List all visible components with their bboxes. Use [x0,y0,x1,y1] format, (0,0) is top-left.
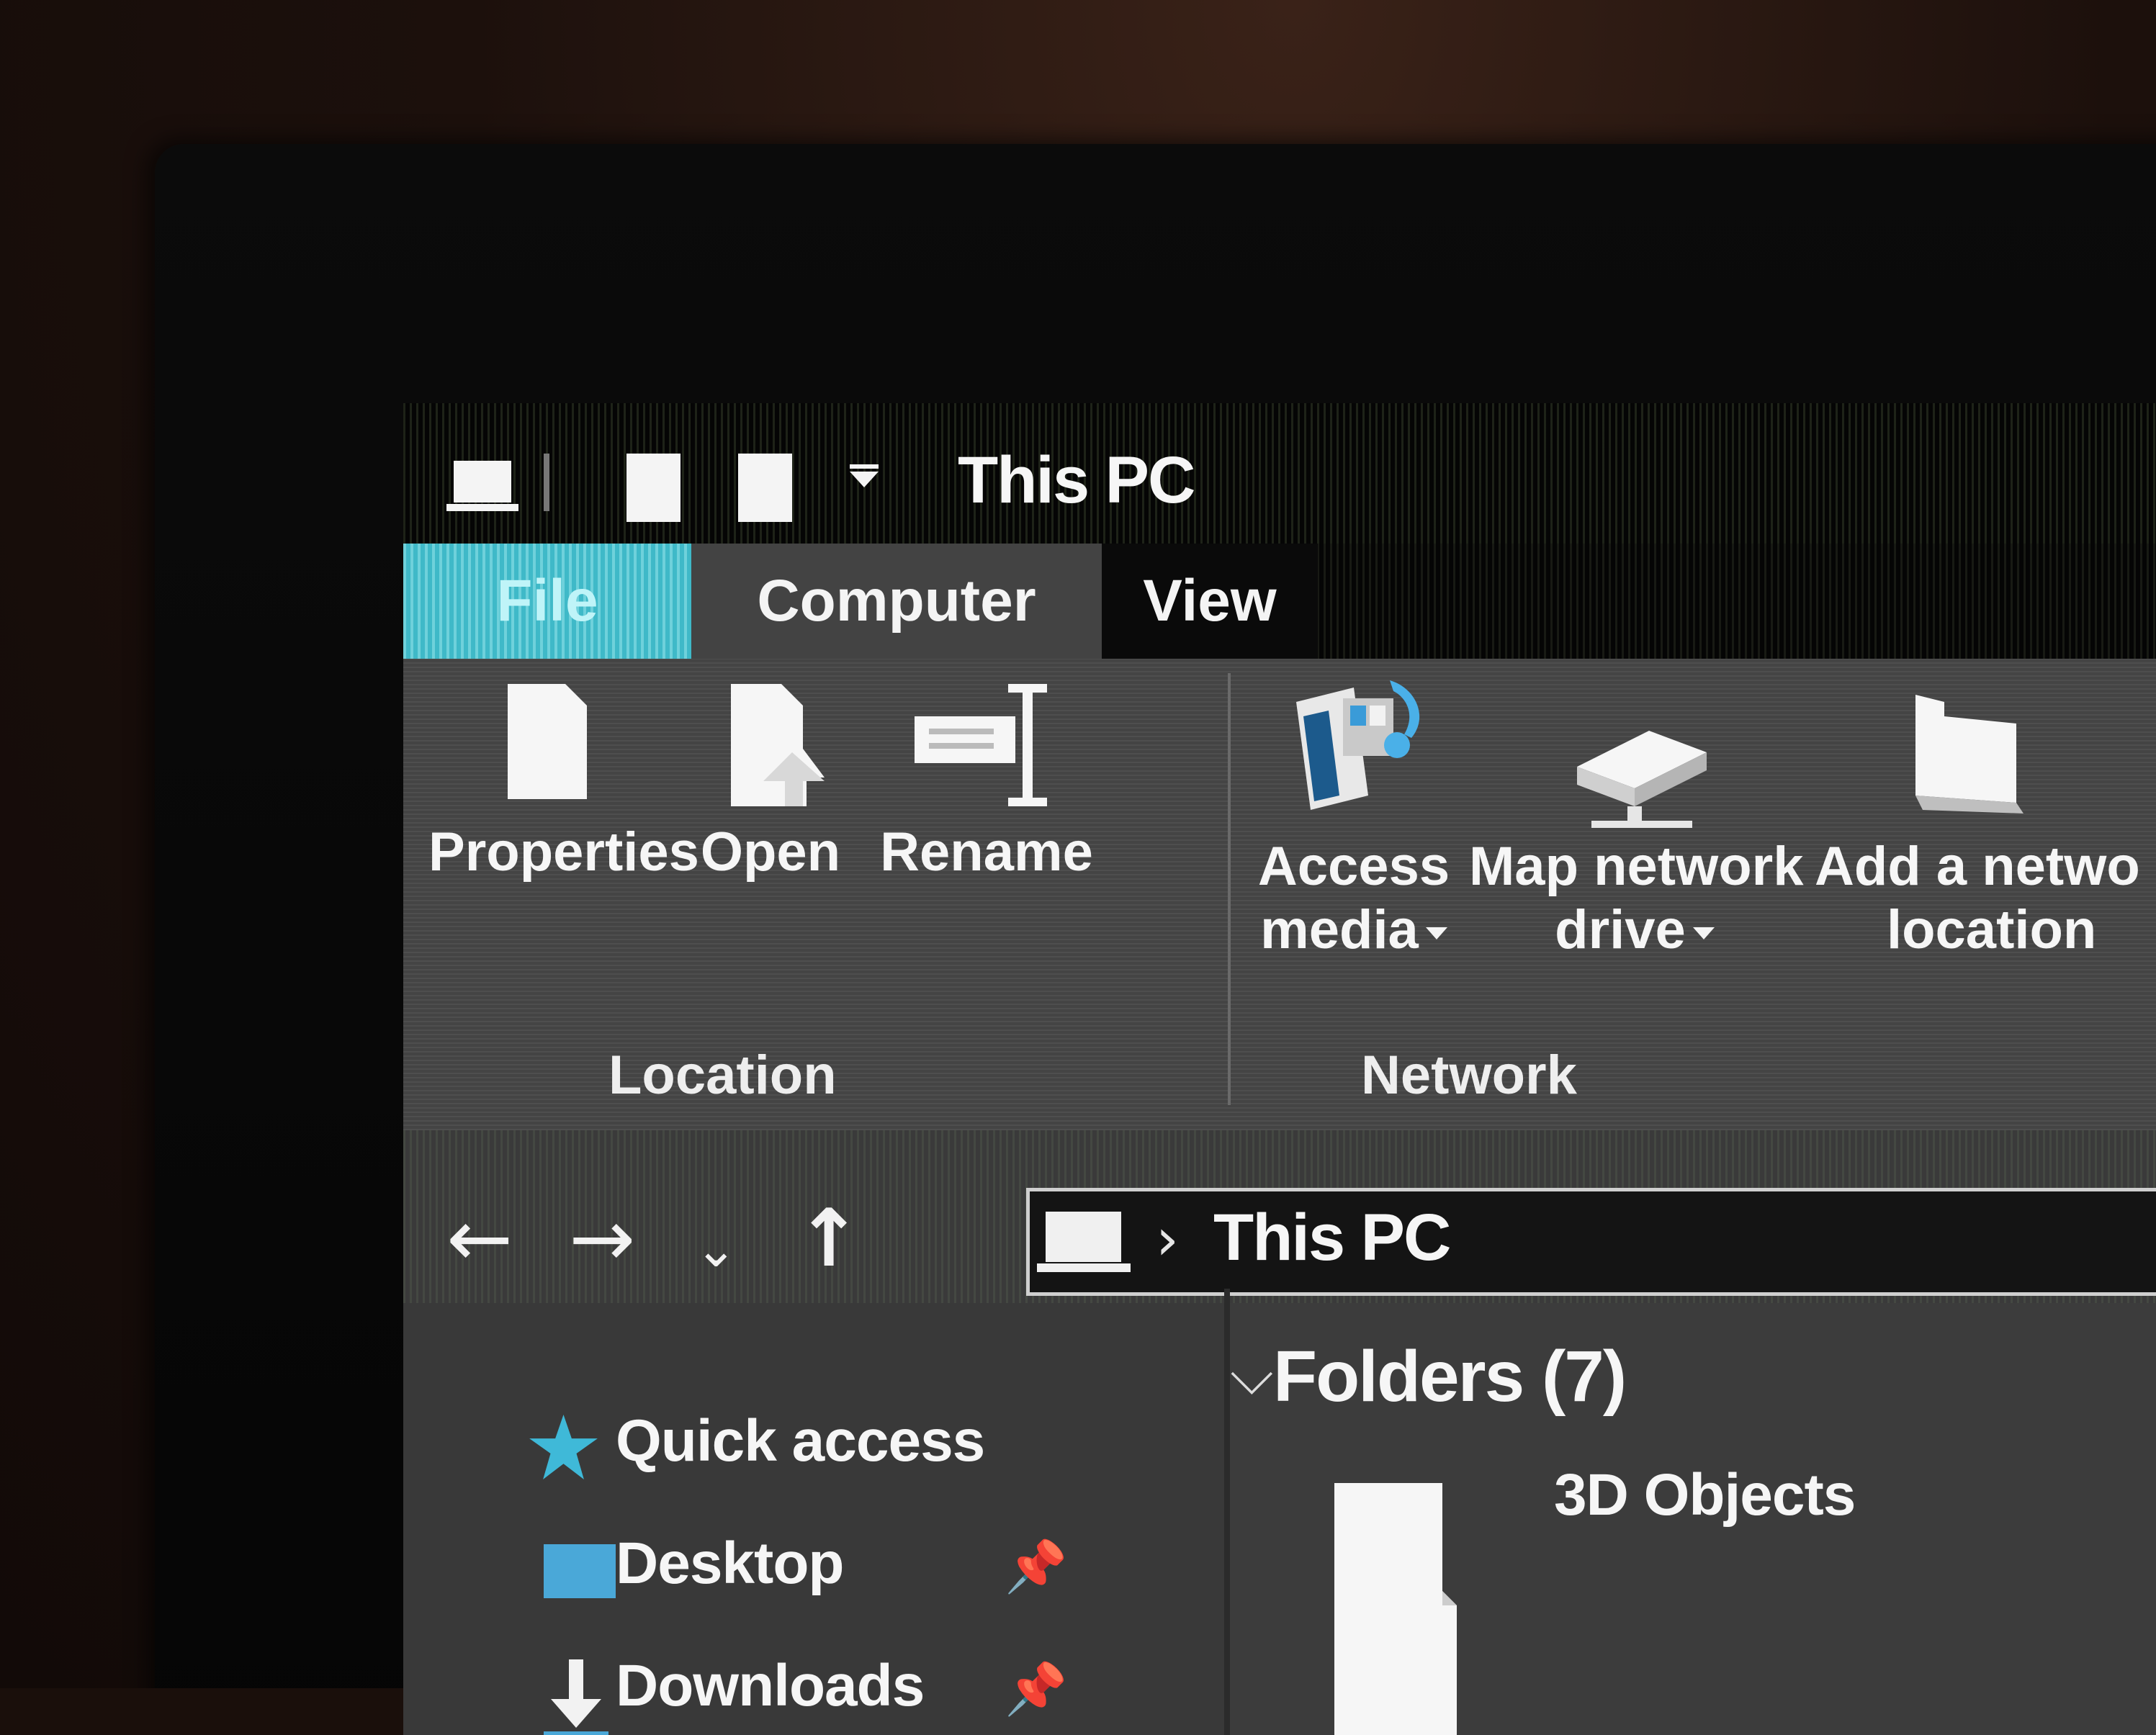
access-media-label: Access media [1246,835,1462,962]
pin-icon[interactable]: 📌 [1005,1659,1067,1719]
customize-toolbar-chevron-down-icon[interactable] [850,472,879,487]
properties-button[interactable]: Properties [428,684,699,893]
access-media-chevron-down-icon [1425,927,1447,940]
navigation-bar: ← → ⌄ ↑ › This PC [403,1130,2156,1303]
location-group-label: Location [608,1045,837,1106]
add-network-location-label: Add a netwo location [1815,835,2156,962]
back-arrow-icon[interactable]: ← [446,1199,513,1278]
add-network-location-button[interactable]: Add a netwo location [1815,673,2156,960]
nav-item-quick-access[interactable]: Quick access [529,1407,1177,1487]
title-bar: This PC [403,403,2156,544]
rename-icon [915,684,1047,806]
add-network-location-label-line1: Add a netwo [1815,836,2140,897]
ribbon-tabs: File Computer View [403,544,2156,659]
collapse-chevron-down-icon[interactable]: ⌵ [1230,1340,1274,1408]
folder-icon[interactable] [1334,1483,1457,1735]
up-arrow-icon[interactable]: ↑ [796,1199,862,1278]
open-button[interactable]: Open [684,684,857,893]
map-network-drive-button[interactable]: Map network drive [1469,673,1804,960]
network-group-label: Network [1361,1045,1577,1106]
access-media-label-line1: Access [1257,836,1450,897]
access-media-button[interactable]: Access media [1246,673,1462,960]
nav-item-label: Desktop [616,1531,845,1596]
pin-icon[interactable]: 📌 [1005,1537,1067,1597]
access-media-label-line2: media [1260,899,1419,960]
breadcrumb-this-pc[interactable]: This PC [1213,1200,1451,1276]
this-pc-icon [1046,1212,1121,1262]
window-title: This PC [958,443,1195,517]
ribbon-panel: Properties Open Rename Access media Map … [403,659,2156,1133]
map-network-drive-label: Map network drive [1469,835,1804,962]
desktop-icon [544,1544,616,1598]
downloads-icon [544,1659,608,1735]
rename-label: Rename [880,821,1093,883]
address-bar[interactable]: › This PC [1026,1188,2156,1296]
recent-locations-chevron-down-icon[interactable]: ⌄ [695,1209,737,1289]
properties-label: Properties [428,821,699,883]
open-icon [731,684,825,806]
quick-access-separator [544,454,549,511]
rename-button[interactable]: Rename [871,684,1102,893]
breadcrumb-chevron-right-icon[interactable]: › [1156,1206,1179,1273]
navigation-pane: Quick access Desktop 📌 Downloads 📌 [403,1303,1224,1735]
customize-toolbar-bar [850,464,879,469]
this-pc-icon [454,461,511,503]
nav-item-desktop[interactable]: Desktop 📌 [529,1530,1177,1609]
map-network-drive-icon [1577,731,1707,828]
map-network-drive-chevron-down-icon [1692,927,1715,940]
new-folder-quick-icon[interactable] [738,454,792,522]
tab-computer[interactable]: Computer [691,544,1102,659]
properties-quick-icon[interactable] [626,454,681,522]
folder-label-3d-objects[interactable]: 3D Objects [1554,1461,1856,1529]
pane-splitter[interactable] [1224,1289,1230,1735]
map-network-drive-label-line2: drive [1555,899,1686,960]
ribbon-group-separator [1228,673,1231,1105]
tab-file[interactable]: File [403,544,691,659]
file-explorer-window: This PC File Computer View Properties Op… [403,403,2156,1735]
add-network-location-label-line2: location [1887,899,2097,960]
access-media-icon [1296,680,1420,810]
open-label: Open [700,821,841,883]
tab-view[interactable]: View [1102,544,1318,659]
nav-item-downloads[interactable]: Downloads 📌 [529,1652,1177,1735]
this-pc-icon-base [446,504,518,511]
this-pc-icon-base [1037,1263,1131,1272]
content-pane: ⌵ Folders (7) 3D Objects [1230,1303,2156,1735]
map-network-drive-label-line1: Map network [1469,836,1804,897]
properties-icon [508,684,587,799]
nav-item-label: Quick access [616,1408,985,1474]
star-icon [529,1415,598,1479]
forward-arrow-icon[interactable]: → [569,1199,635,1278]
folders-section-header[interactable]: Folders (7) [1273,1335,1627,1418]
nav-item-label: Downloads [616,1653,925,1718]
add-network-location-icon [1915,695,2024,814]
